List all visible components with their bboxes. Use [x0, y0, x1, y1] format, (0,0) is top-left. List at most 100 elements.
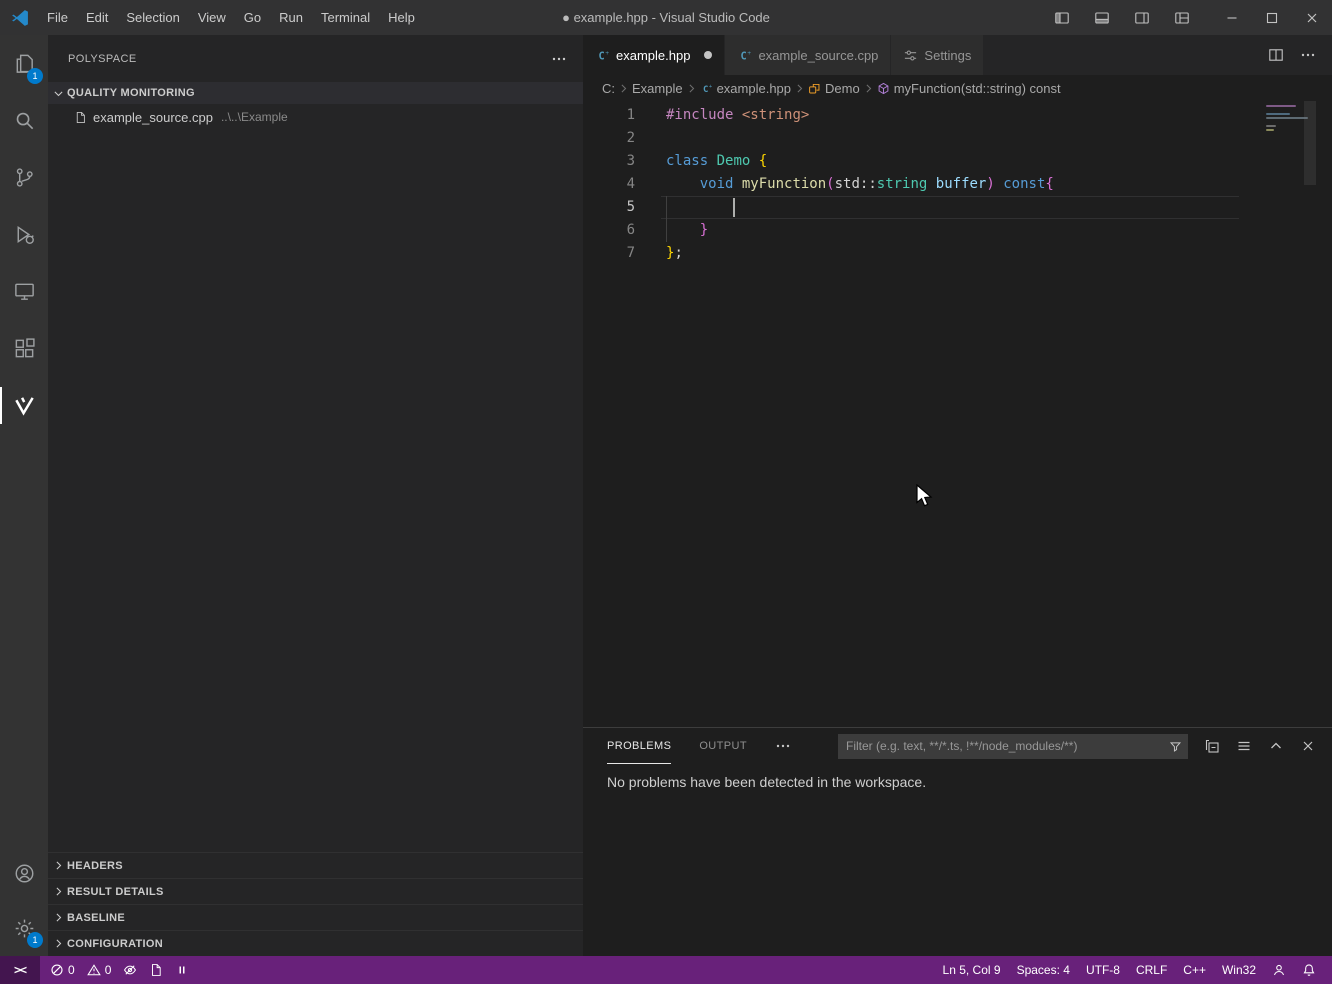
section-baseline[interactable]: BASELINE	[48, 904, 583, 930]
status-warnings-count[interactable]: 0	[81, 956, 118, 984]
bottom-panel: PROBLEMSOUTPUT No problems have been det…	[583, 727, 1332, 956]
menu-edit[interactable]: Edit	[77, 0, 117, 35]
section-headers[interactable]: HEADERS	[48, 852, 583, 878]
tab-example-hpp[interactable]: C+example.hpp	[583, 35, 725, 75]
line-number[interactable]: 4	[583, 173, 635, 196]
menu-run[interactable]: Run	[270, 0, 312, 35]
layout-custom-button[interactable]	[1162, 0, 1202, 35]
status-polyspace-file[interactable]	[143, 956, 169, 984]
menu-terminal[interactable]: Terminal	[312, 0, 379, 35]
activity-accounts[interactable]	[0, 846, 48, 901]
svg-text:C: C	[598, 50, 604, 62]
list-flat-button[interactable]	[1236, 738, 1252, 754]
activity-search[interactable]	[0, 92, 48, 149]
menu-file[interactable]: File	[38, 0, 77, 35]
activity-run-debug[interactable]	[0, 206, 48, 263]
dirty-indicator[interactable]	[704, 51, 712, 59]
breadcrumb-item-c[interactable]: C:	[602, 81, 615, 96]
breadcrumb-item-example[interactable]: Example	[632, 81, 683, 96]
layout-panel-icon	[1094, 10, 1110, 26]
code-editor[interactable]: 1#include <string>23class Demo {4 void m…	[583, 101, 1332, 727]
close-button[interactable]	[1300, 738, 1316, 754]
minimap[interactable]	[1266, 105, 1316, 133]
line-content: class Demo {	[666, 150, 767, 173]
code-line: 2	[583, 127, 1332, 150]
svg-text:C: C	[703, 84, 708, 94]
symbol-class-icon	[808, 82, 821, 95]
split-editor-icon[interactable]	[1268, 47, 1284, 63]
activity-source-control[interactable]	[0, 149, 48, 206]
chevron-right-icon	[52, 911, 65, 924]
breadcrumb-item-example-hpp[interactable]: C+example.hpp	[700, 81, 791, 96]
status-polyspace-visibility[interactable]	[117, 956, 143, 984]
panel-overflow-icon[interactable]	[775, 738, 791, 754]
problems-filter-input[interactable]	[846, 739, 1169, 753]
debug-play-icon	[13, 223, 36, 246]
maximize-button[interactable]	[1252, 0, 1292, 35]
remote-indicator[interactable]: ><	[0, 956, 40, 984]
menu-view[interactable]: View	[189, 0, 235, 35]
line-number[interactable]: 3	[583, 150, 635, 173]
section-quality-monitoring[interactable]: QUALITY MONITORING	[48, 82, 583, 104]
sidebar-polyspace: POLYSPACE QUALITY MONITORING example_sou…	[48, 35, 583, 956]
activity-extensions[interactable]	[0, 320, 48, 377]
tab-example-source-cpp[interactable]: C+example_source.cpp	[725, 35, 891, 75]
section-label: QUALITY MONITORING	[67, 87, 195, 99]
editor-scrollbar[interactable]	[1304, 101, 1316, 185]
line-number[interactable]: 6	[583, 219, 635, 242]
section-label: RESULT DETAILS	[67, 886, 164, 898]
layout-panel-button[interactable]	[1082, 0, 1122, 35]
status-eol[interactable]: CRLF	[1128, 956, 1175, 984]
section-label: CONFIGURATION	[67, 938, 163, 950]
menu-help[interactable]: Help	[379, 0, 424, 35]
section-result-details[interactable]: RESULT DETAILS	[48, 878, 583, 904]
status-errors-count[interactable]: 0	[44, 956, 81, 984]
panel-tabs: PROBLEMS OUTPUT	[607, 728, 775, 764]
activity-bar: 1 1	[0, 35, 48, 956]
activity-remote-explorer[interactable]	[0, 263, 48, 320]
status-platform[interactable]: Win32	[1214, 956, 1264, 984]
menu-go[interactable]: Go	[235, 0, 270, 35]
chevron-up-button[interactable]	[1268, 738, 1284, 754]
activity-explorer[interactable]: 1	[0, 35, 48, 92]
status-bar: >< 00 Ln 5, Col 9Spaces: 4UTF-8CRLFC++Wi…	[0, 956, 1332, 984]
breadcrumb-separator-icon	[685, 82, 698, 95]
panel-tab-output[interactable]: OUTPUT	[699, 728, 747, 764]
activity-polyspace[interactable]	[0, 377, 48, 434]
line-number[interactable]: 2	[583, 127, 635, 150]
sidebar-title: POLYSPACE	[68, 53, 137, 65]
status-encoding[interactable]: UTF-8	[1078, 956, 1128, 984]
ellipsis-icon[interactable]	[551, 51, 567, 67]
status-feedback[interactable]	[1264, 956, 1294, 984]
close-button[interactable]	[1292, 0, 1332, 35]
status-notifications[interactable]	[1294, 956, 1324, 984]
list-item-example-source[interactable]: example_source.cpp ..\..\Example	[48, 104, 583, 130]
search-icon	[13, 109, 36, 132]
code-line: 7};	[583, 242, 1332, 265]
tab-settings[interactable]: Settings	[891, 35, 984, 75]
panel-tab-problems[interactable]: PROBLEMS	[607, 728, 671, 764]
menu-bar: FileEditSelectionViewGoRunTerminalHelp	[38, 0, 424, 35]
status-indentation[interactable]: Spaces: 4	[1009, 956, 1078, 984]
status-language-mode[interactable]: C++	[1175, 956, 1214, 984]
funnel-icon[interactable]	[1169, 740, 1182, 753]
person-icon	[1272, 963, 1286, 977]
minimize-button[interactable]	[1212, 0, 1252, 35]
menu-selection[interactable]: Selection	[117, 0, 188, 35]
layout-sidebar-button[interactable]	[1042, 0, 1082, 35]
ellipsis-icon[interactable]	[1300, 47, 1316, 63]
status-polyspace-pause[interactable]	[169, 956, 195, 984]
line-content: };	[666, 242, 683, 265]
breadcrumb-item-demo[interactable]: Demo	[808, 81, 860, 96]
line-number[interactable]: 7	[583, 242, 635, 265]
section-configuration[interactable]: CONFIGURATION	[48, 930, 583, 956]
line-number[interactable]: 5	[583, 196, 635, 219]
status-cursor-position[interactable]: Ln 5, Col 9	[935, 956, 1009, 984]
collapse-all-button[interactable]	[1204, 738, 1220, 754]
layout-sidebar-right-button[interactable]	[1122, 0, 1162, 35]
activity-settings[interactable]: 1	[0, 901, 48, 956]
breadcrumb: C: Example C+example.hpp Demo myFunction(std…	[583, 75, 1332, 101]
breadcrumb-item-myfunction-std-string-const[interactable]: myFunction(std::string) const	[877, 81, 1061, 96]
chevron-right-icon	[52, 859, 65, 872]
line-number[interactable]: 1	[583, 104, 635, 127]
